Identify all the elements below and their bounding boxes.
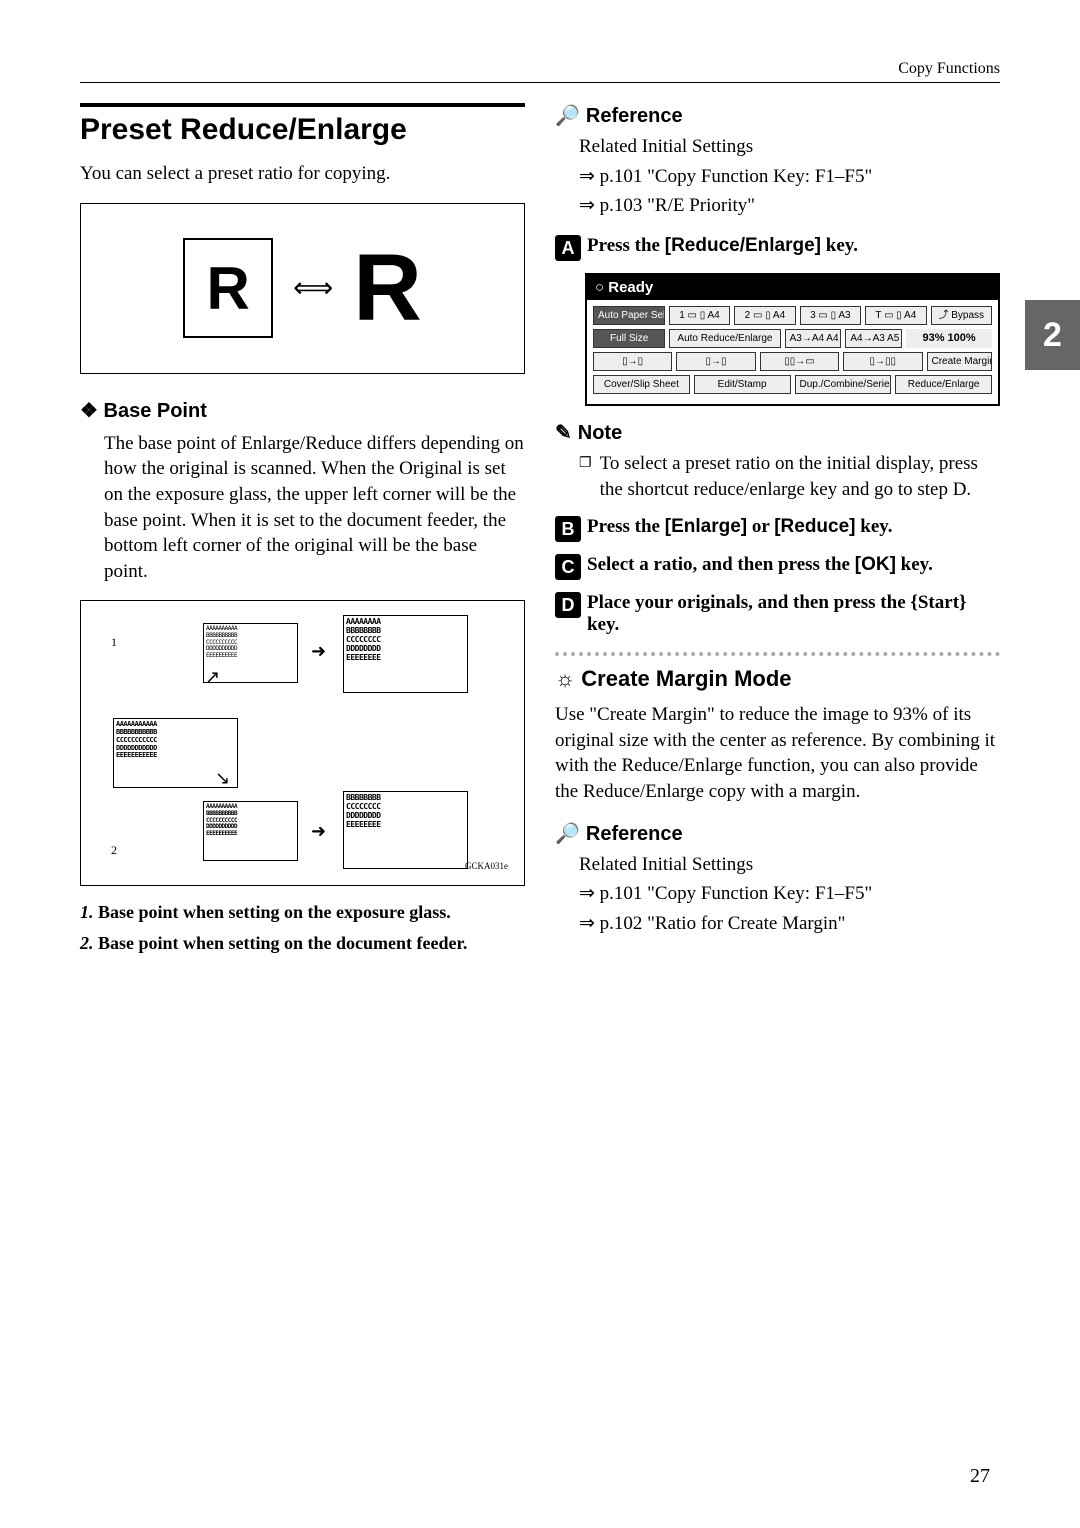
step-number-icon: B — [555, 516, 581, 542]
dotted-separator — [555, 652, 1000, 656]
mode-icon-button[interactable]: ▯→▯ — [676, 352, 755, 371]
step-2: B Press the [Enlarge] or [Reduce] key. — [555, 516, 1000, 542]
letter-r-small: R — [206, 254, 249, 323]
running-title: Copy Functions — [898, 60, 1000, 77]
diagram-sheet: AAAAAAAAAABBBBBBBBBBCCCCCCCCCCDDDDDDDDDD… — [203, 801, 298, 861]
reference-heading-2: 🔎Reference — [555, 821, 1000, 846]
enlarge-figure: R ⟺ R — [80, 203, 525, 374]
screen-status: Ready — [587, 275, 998, 300]
tray-button[interactable]: T ▭ ▯ A4 — [865, 306, 926, 325]
copier-screen: Ready Auto Paper Select ▶ 1 ▭ ▯ A4 2 ▭ ▯… — [585, 273, 1000, 406]
caption-1: 1. Base point when setting on the exposu… — [80, 902, 525, 923]
caption-2: 2. Base point when setting on the docume… — [80, 933, 525, 954]
bullet-icon: ❐ — [579, 451, 592, 502]
section-title: Preset Reduce/Enlarge — [80, 103, 525, 147]
diagram-label-1: 1 — [111, 635, 117, 650]
auto-paper-button[interactable]: Auto Paper Select ▶ — [593, 306, 665, 325]
step-4: D Place your originals, and then press t… — [555, 592, 1000, 636]
mode-icon-button[interactable]: ▯→▯ — [593, 352, 672, 371]
step-number-icon: D — [555, 592, 581, 618]
tab-button[interactable]: Cover/Slip Sheet — [593, 375, 690, 394]
arrow-icon: ➜ — [311, 641, 326, 662]
ref-line: ⇒ p.101 "Copy Function Key: F1–F5" — [579, 881, 1000, 907]
note-icon: ✎ — [555, 420, 572, 445]
basepoint-diagram: 1 AAAAAAAAAABBBBBBBBBBCCCCCCCCCCDDDDDDDD… — [80, 600, 525, 886]
subsection-title: Create Margin Mode — [555, 666, 1000, 692]
tab-button[interactable]: Dup./Combine/Series — [795, 375, 892, 394]
double-arrow-icon: ⟺ — [293, 271, 333, 305]
step-1: A Press the [Reduce/Enlarge] key. — [555, 235, 1000, 261]
ratio-display: 93% 100% — [906, 329, 992, 348]
ratio-button[interactable]: A4→A3 A5→A4 — [845, 329, 902, 348]
tray-button[interactable]: 1 ▭ ▯ A4 — [669, 306, 730, 325]
ref-line: ⇒ p.103 "R/E Priority" — [579, 193, 1000, 219]
reference-icon: 🔎 — [555, 103, 580, 128]
diagram-sheet: BBBBBBBBCCCCCCCCDDDDDDDDEEEEEEEE — [343, 791, 468, 869]
diagram-label-2: 2 — [111, 843, 117, 858]
ref-line: ⇒ p.101 "Copy Function Key: F1–F5" — [579, 164, 1000, 190]
tab-button[interactable]: Edit/Stamp — [694, 375, 791, 394]
ratio-button[interactable]: A3→A4 A4→A5 — [785, 329, 842, 348]
create-margin-button[interactable]: Create Margin — [927, 352, 993, 371]
diagram-sheet: AAAAAAAABBBBBBBBCCCCCCCCDDDDDDDDEEEEEEEE — [343, 615, 468, 693]
subsection-body: Use "Create Margin" to reduce the image … — [555, 702, 1000, 805]
arrow-icon: ↘ — [215, 768, 230, 789]
step-3: C Select a ratio, and then press the [OK… — [555, 554, 1000, 580]
mode-icon-button[interactable]: ▯→▯▯ — [843, 352, 922, 371]
page-columns: Preset Reduce/Enlarge You can select a p… — [80, 103, 1000, 964]
page-number: 27 — [970, 1465, 990, 1488]
mode-icon-button[interactable]: ▯▯→▭ — [760, 352, 839, 371]
basepoint-heading: Base Point — [80, 398, 525, 423]
reference-heading: 🔎Reference — [555, 103, 1000, 128]
ref-line: Related Initial Settings — [579, 852, 1000, 878]
left-column: Preset Reduce/Enlarge You can select a p… — [80, 103, 525, 964]
basepoint-text: The base point of Enlarge/Reduce differs… — [104, 431, 525, 585]
letter-r-large: R — [353, 234, 422, 343]
small-r-box: R — [183, 238, 273, 338]
tray-button[interactable]: 3 ▭ ▯ A3 — [800, 306, 861, 325]
chapter-tab: 2 — [1025, 300, 1080, 370]
right-column: 🔎Reference Related Initial Settings ⇒ p.… — [555, 103, 1000, 964]
note-bullet: ❐ To select a preset ratio on the initia… — [555, 451, 1000, 502]
ref-line: Related Initial Settings — [579, 134, 1000, 160]
intro-text: You can select a preset ratio for copyin… — [80, 161, 525, 187]
auto-reduce-button[interactable]: Auto Reduce/Enlarge — [669, 329, 780, 348]
step-number-icon: C — [555, 554, 581, 580]
step-number-icon: A — [555, 235, 581, 261]
bypass-button[interactable]: ⤴ Bypass — [931, 306, 992, 325]
arrow-icon: ↗ — [205, 667, 220, 688]
ref-line: ⇒ p.102 "Ratio for Create Margin" — [579, 911, 1000, 937]
diagram-code: GCKA031e — [465, 861, 508, 871]
full-size-button[interactable]: Full Size — [593, 329, 665, 348]
tab-button[interactable]: Reduce/Enlarge — [895, 375, 992, 394]
reference-icon: 🔎 — [555, 821, 580, 846]
note-heading: ✎Note — [555, 420, 1000, 445]
tray-button[interactable]: 2 ▭ ▯ A4 — [734, 306, 795, 325]
running-header: Copy Functions — [80, 60, 1000, 83]
arrow-icon: ➜ — [311, 821, 326, 842]
